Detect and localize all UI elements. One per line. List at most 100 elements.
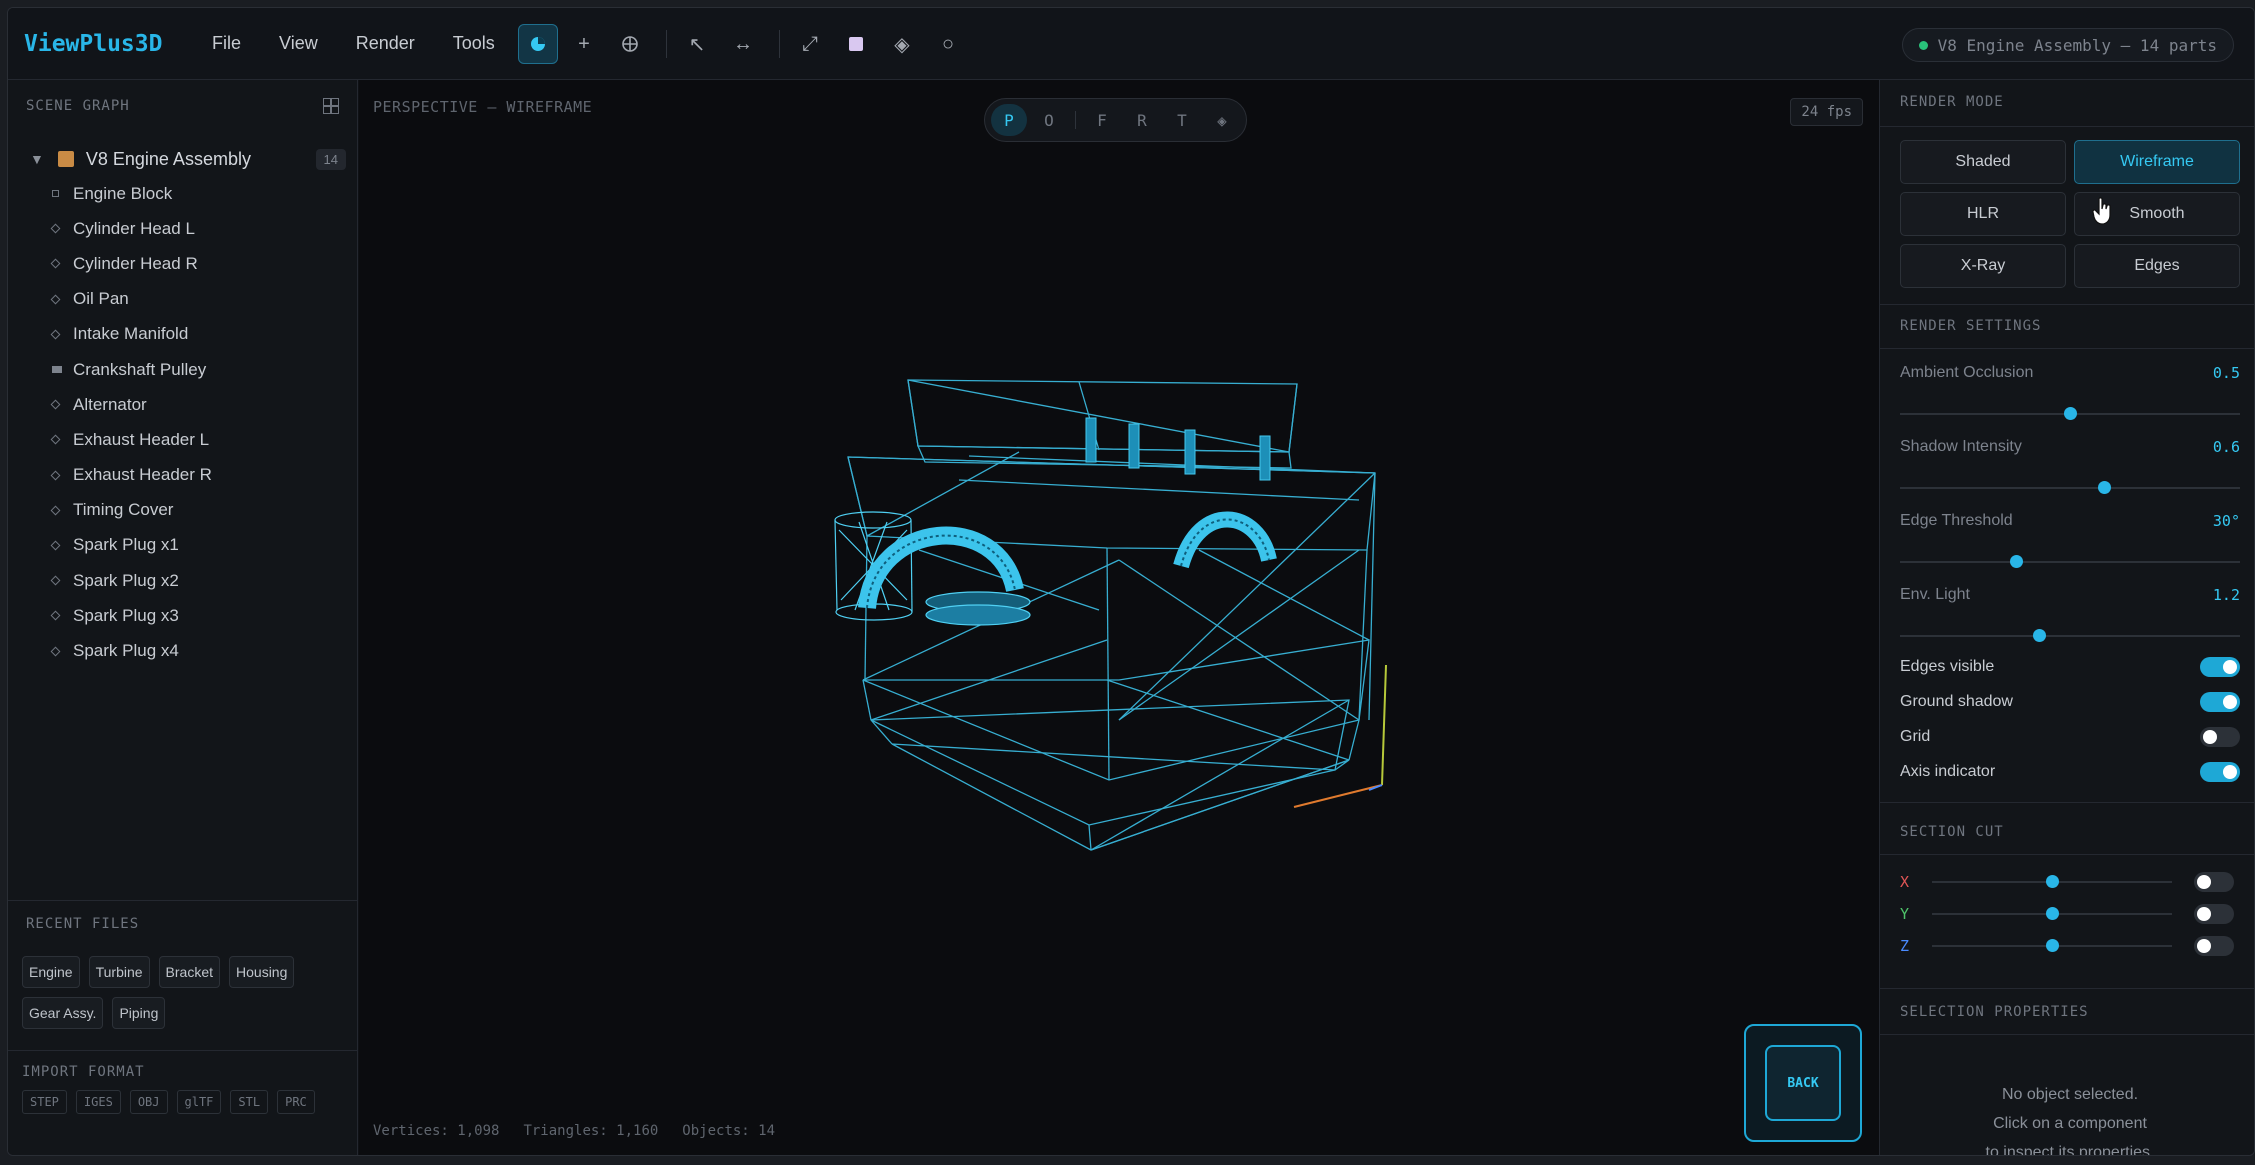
tree-item[interactable]: Timing Cover: [30, 493, 346, 528]
slider-knob[interactable]: [2064, 407, 2077, 420]
tree-item[interactable]: Engine Block: [30, 176, 346, 211]
cube-face-icon[interactable]: [836, 24, 876, 64]
slider-track[interactable]: [1900, 481, 2240, 494]
recent-file-chip[interactable]: Engine: [22, 956, 80, 988]
format-chip[interactable]: IGES: [75, 1090, 121, 1114]
view-perspective[interactable]: P: [991, 104, 1027, 136]
tree-item[interactable]: Exhaust Header L: [30, 422, 346, 457]
cut-knob[interactable]: [2046, 875, 2059, 888]
mode-wireframe-button[interactable]: Wireframe: [2074, 140, 2240, 184]
slider-track[interactable]: [1900, 407, 2240, 420]
tree-item[interactable]: Spark Plug x1: [30, 528, 346, 563]
cut-knob[interactable]: [2046, 907, 2059, 920]
menu-tools[interactable]: Tools: [453, 33, 495, 54]
3d-viewport[interactable]: PERSPECTIVE — WIREFRAME P O F R T ◈ 24 f…: [359, 80, 1879, 1156]
toggle-switch[interactable]: [2200, 692, 2240, 712]
view-cube-face[interactable]: BACK: [1765, 1045, 1841, 1121]
view-right[interactable]: R: [1124, 104, 1160, 136]
mode-shaded-button[interactable]: Shaded: [1900, 140, 2066, 184]
mode-edges-button[interactable]: Edges: [2074, 244, 2240, 288]
cut-toggle[interactable]: [2194, 872, 2234, 892]
tree-item[interactable]: Cylinder Head R: [30, 246, 346, 281]
node-icon: [50, 575, 61, 586]
tree-root[interactable]: ▼ V8 Engine Assembly 14: [30, 142, 346, 176]
view-orthographic[interactable]: O: [1031, 104, 1067, 136]
slider-track[interactable]: [1900, 629, 2240, 642]
cut-toggle[interactable]: [2194, 904, 2234, 924]
snap-icon[interactable]: ◈: [882, 24, 922, 64]
format-chip[interactable]: OBJ: [129, 1090, 168, 1114]
section-cut-y[interactable]: Y: [1900, 904, 2240, 924]
import-format-title: IMPORT FORMAT: [22, 1064, 145, 1080]
cut-slider[interactable]: [1932, 939, 2172, 952]
format-chip[interactable]: PRC: [277, 1090, 315, 1114]
node-icon: [50, 223, 61, 234]
grid-toggle-row[interactable]: Grid: [1900, 727, 2240, 747]
edge-threshold-slider[interactable]: Edge Threshold 30°: [1900, 512, 2240, 568]
recent-file-chip[interactable]: Piping: [112, 997, 166, 1029]
view-iso-icon[interactable]: ◈: [1204, 104, 1240, 136]
recent-file-chip[interactable]: Housing: [229, 956, 295, 988]
slider-track[interactable]: [1900, 555, 2240, 568]
shadow-intensity-slider[interactable]: Shadow Intensity 0.6: [1900, 438, 2240, 494]
cut-knob[interactable]: [2046, 939, 2059, 952]
grid-layout-icon[interactable]: [323, 98, 339, 114]
mode-xray-button[interactable]: X-Ray: [1900, 244, 2066, 288]
engine-wireframe-model[interactable]: [359, 80, 1879, 1156]
format-chip[interactable]: STL: [230, 1090, 269, 1114]
orbit-icon[interactable]: ○: [928, 24, 968, 64]
cut-slider[interactable]: [1932, 875, 2172, 888]
recent-file-chip[interactable]: Gear Assy.: [22, 997, 104, 1029]
measure-icon[interactable]: ↔: [723, 24, 763, 64]
section-cut-z[interactable]: Z: [1900, 936, 2240, 956]
collapse-caret-icon[interactable]: ▼: [30, 151, 44, 167]
ground-shadow-toggle-row[interactable]: Ground shadow: [1900, 692, 2240, 712]
axis-indicator-toggle-row[interactable]: Axis indicator: [1900, 762, 2240, 782]
panel-divider: [1880, 304, 2254, 305]
format-chip[interactable]: STEP: [22, 1090, 67, 1114]
menu-view[interactable]: View: [279, 33, 318, 54]
shaded-sphere-icon[interactable]: [518, 24, 558, 64]
env-light-slider[interactable]: Env. Light 1.2: [1900, 586, 2240, 642]
format-chip[interactable]: glTF: [176, 1090, 222, 1114]
menu-file[interactable]: File: [212, 33, 241, 54]
toggle-switch[interactable]: [2200, 762, 2240, 782]
back-view-cube[interactable]: BACK: [1744, 1024, 1862, 1142]
tree-item[interactable]: Cylinder Head L: [30, 211, 346, 246]
tree-item[interactable]: Exhaust Header R: [30, 458, 346, 493]
object-count: Objects: 14: [682, 1123, 776, 1139]
edges-visible-toggle-row[interactable]: Edges visible: [1900, 657, 2240, 677]
slider-knob[interactable]: [2009, 555, 2023, 568]
tree-item[interactable]: Spark Plug x3: [30, 598, 346, 633]
toggle-switch[interactable]: [2200, 727, 2240, 747]
add-icon[interactable]: +: [564, 24, 604, 64]
section-cut-x[interactable]: X: [1900, 872, 2240, 892]
toolbar: + ↖ ↔ ⤢ ◈ ○: [518, 24, 974, 64]
tree-item-label: Engine Block: [73, 183, 173, 203]
ambient-occlusion-slider[interactable]: Ambient Occlusion 0.5: [1900, 364, 2240, 420]
cut-toggle[interactable]: [2194, 936, 2234, 956]
toggle-switch[interactable]: [2200, 657, 2240, 677]
tree-item[interactable]: Oil Pan: [30, 282, 346, 317]
view-front[interactable]: F: [1084, 104, 1120, 136]
left-panel: SCENE GRAPH ▼ V8 Engine Assembly 14 Engi…: [8, 80, 358, 1155]
tree-item[interactable]: Intake Manifold: [30, 317, 346, 352]
view-top[interactable]: T: [1164, 104, 1200, 136]
slider-knob[interactable]: [2098, 481, 2111, 494]
status-pill: V8 Engine Assembly — 14 parts: [1901, 28, 2234, 62]
node-icon: [50, 646, 61, 656]
expand-icon[interactable]: ⤢: [790, 24, 830, 64]
mode-hlr-button[interactable]: HLR: [1900, 192, 2066, 236]
node-icon: [50, 329, 61, 340]
crosshair-icon[interactable]: [610, 24, 650, 64]
tree-item[interactable]: Spark Plug x4: [30, 633, 346, 668]
tree-item[interactable]: Alternator: [30, 387, 346, 422]
cut-slider[interactable]: [1932, 907, 2172, 920]
recent-file-chip[interactable]: Bracket: [158, 956, 221, 988]
tree-item[interactable]: Crankshaft Pulley: [30, 352, 346, 387]
slider-knob[interactable]: [2033, 629, 2047, 642]
recent-file-chip[interactable]: Turbine: [88, 956, 150, 988]
tree-item[interactable]: Spark Plug x2: [30, 563, 346, 598]
menu-render[interactable]: Render: [356, 33, 415, 54]
select-arrow-icon[interactable]: ↖: [677, 24, 717, 64]
